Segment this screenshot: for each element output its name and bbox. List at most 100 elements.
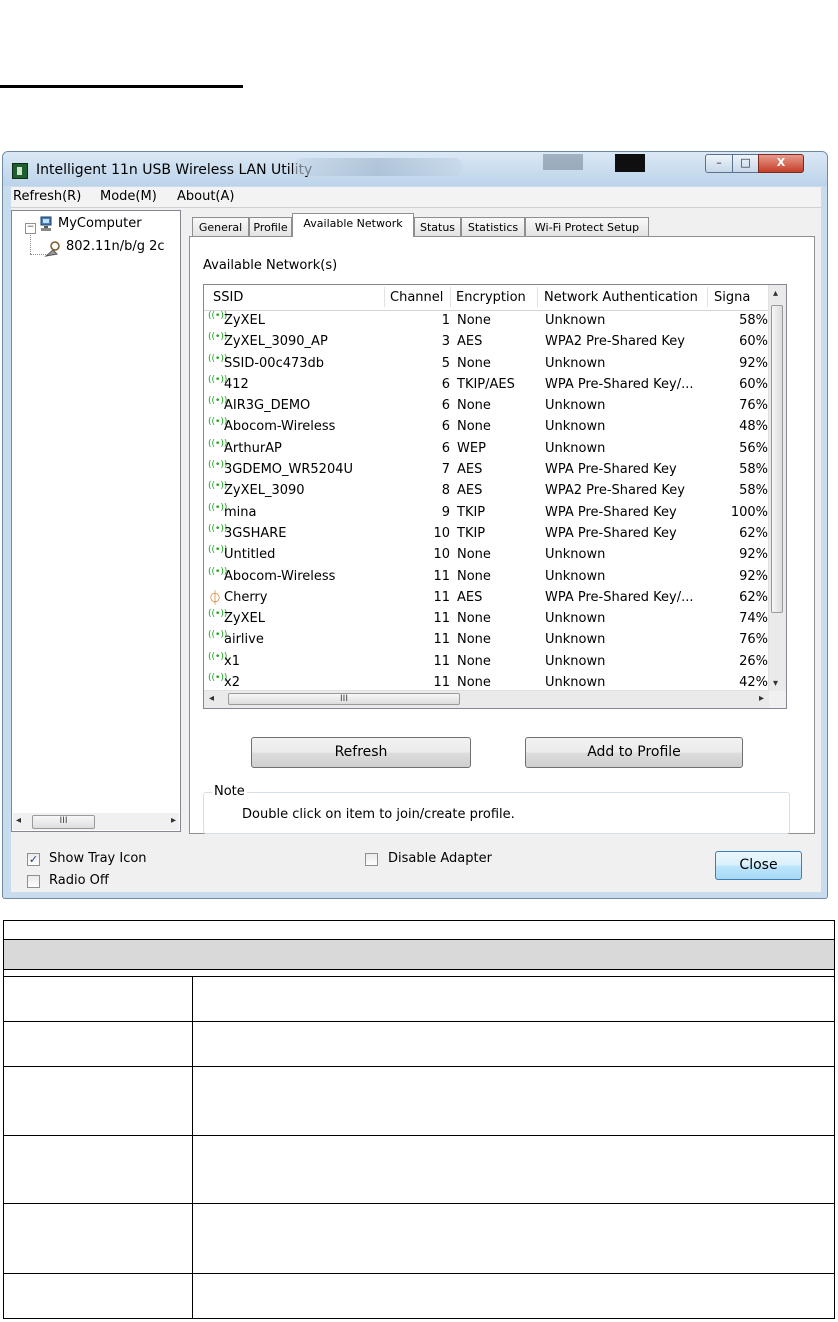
network-channel: 11	[433, 632, 450, 648]
network-ssid: 3GSHARE	[224, 525, 287, 541]
network-rows: ((•)) ZyXEL 1 None Unknown 58% ((•)) ZyXEL_3090…	[204, 311, 769, 694]
network-signal: 60%	[739, 334, 768, 350]
tree-root-label[interactable]: MyComputer	[58, 216, 142, 231]
column-divider[interactable]	[537, 287, 538, 307]
table-header	[3, 920, 835, 977]
scroll-right-icon[interactable]: ▸	[759, 693, 764, 704]
device-tree: − MyComputer 802.11n/b/g 2c ◂ III ▸	[11, 210, 181, 832]
close-window-button[interactable]: X	[758, 154, 804, 173]
scroll-down-icon[interactable]: ▾	[773, 678, 778, 689]
network-authentication: Unknown	[545, 355, 606, 371]
network-row[interactable]: ((•)) SSID-00c473db 5 None Unknown 92%	[204, 354, 769, 375]
network-row[interactable]: ((•)) Untitled 10 None Unknown 92%	[204, 545, 769, 566]
network-list[interactable]: SSID Channel Encryption Network Authenti…	[203, 284, 787, 709]
column-ssid[interactable]: SSID	[213, 290, 243, 305]
column-signal[interactable]: Signa	[714, 290, 750, 305]
column-channel[interactable]: Channel	[390, 290, 443, 305]
tab-wifi-protect-setup[interactable]: Wi-Fi Protect Setup	[525, 217, 649, 236]
network-authentication: Unknown	[545, 398, 606, 414]
network-row[interactable]: ((•)) mina 9 TKIP WPA Pre-Shared Key 100%	[204, 503, 769, 524]
tab-profile[interactable]: Profile	[249, 217, 292, 236]
network-authentication: WPA Pre-Shared Key	[545, 462, 677, 478]
scroll-right-icon[interactable]: ▸	[171, 815, 176, 826]
network-row[interactable]: ((•)) Abocom-Wireless 11 None Unknown 92%	[204, 567, 769, 588]
column-authentication[interactable]: Network Authentication	[544, 290, 698, 305]
network-signal: 76%	[739, 632, 768, 648]
network-ssid: Untitled	[224, 547, 276, 563]
network-row[interactable]: ((•)) airlive 11 None Unknown 76%	[204, 630, 769, 651]
close-button[interactable]: Close	[715, 851, 802, 880]
network-authentication: Unknown	[545, 547, 606, 563]
column-divider[interactable]	[450, 287, 451, 307]
list-header: SSID Channel Encryption Network Authenti…	[204, 285, 769, 311]
tree-horizontal-scrollbar[interactable]: ◂ III ▸	[13, 813, 179, 830]
network-row[interactable]: ((•)) ZyXEL_3090 8 AES WPA2 Pre-Shared Key 58…	[204, 481, 769, 502]
show-tray-checkbox[interactable]: ✓	[27, 853, 40, 866]
network-encryption: None	[457, 398, 491, 414]
column-divider[interactable]	[707, 287, 708, 307]
radio-off-label[interactable]: Radio Off	[49, 873, 109, 888]
list-horizontal-scrollbar[interactable]: ◂ III ▸	[204, 690, 769, 708]
network-row[interactable]: ((•)) ZyXEL 11 None Unknown 74%	[204, 609, 769, 630]
network-row[interactable]: ((•)) ZyXEL 1 None Unknown 58%	[204, 311, 769, 332]
network-authentication: WPA Pre-Shared Key/...	[545, 589, 694, 605]
table-cell	[192, 1273, 835, 1319]
table-cell	[3, 976, 193, 1022]
menu-mode[interactable]: Mode(M)	[100, 189, 157, 204]
disable-adapter-label[interactable]: Disable Adapter	[388, 851, 492, 866]
list-vertical-scrollbar[interactable]: ▴ ▾	[768, 285, 786, 691]
note-group: Note Double click on item to join/create…	[203, 784, 790, 834]
network-channel: 3	[441, 334, 450, 350]
network-channel: 11	[433, 568, 450, 584]
network-signal: 92%	[739, 355, 768, 371]
window-title: Intelligent 11n USB Wireless LAN Utility	[36, 162, 313, 178]
network-row[interactable]: ((•)) Abocom-Wireless 6 None Unknown 48%	[204, 417, 769, 438]
scroll-left-icon[interactable]: ◂	[16, 815, 21, 826]
network-encryption: None	[457, 611, 491, 627]
network-signal: 58%	[739, 462, 768, 478]
table-cell	[3, 1273, 193, 1319]
network-authentication: Unknown	[545, 611, 606, 627]
maximize-button[interactable]: □	[732, 154, 759, 173]
network-channel: 6	[441, 440, 450, 456]
scroll-up-icon[interactable]: ▴	[773, 288, 778, 299]
menu-refresh[interactable]: Refresh(R)	[13, 189, 81, 204]
network-ssid: SSID-00c473db	[224, 355, 325, 371]
scroll-thumb[interactable]: III	[32, 815, 95, 829]
refresh-button[interactable]: Refresh	[251, 737, 471, 768]
tab-status[interactable]: Status	[414, 217, 461, 236]
network-row[interactable]: ((•)) ZyXEL_3090_AP 3 AES WPA2 Pre-Shared Ke…	[204, 332, 769, 353]
tab-general[interactable]: General	[192, 217, 249, 236]
tab-statistics[interactable]: Statistics	[461, 217, 525, 236]
column-encryption[interactable]: Encryption	[456, 290, 526, 305]
tab-available-network[interactable]: Available Network	[292, 213, 414, 237]
network-row[interactable]: ((•)) 3GSHARE 10 TKIP WPA Pre-Shared Key 62%	[204, 524, 769, 545]
network-row[interactable]: ((•)) AIR3G_DEMO 6 None Unknown 76%	[204, 396, 769, 417]
scroll-thumb[interactable]: III	[228, 693, 460, 705]
network-encryption: TKIP/AES	[457, 376, 515, 392]
menu-about[interactable]: About(A)	[177, 189, 234, 204]
network-channel: 6	[441, 376, 450, 392]
network-ssid: mina	[224, 504, 257, 520]
network-row[interactable]: ((•)) x1 11 None Unknown 26%	[204, 652, 769, 673]
scroll-thumb[interactable]	[771, 305, 783, 613]
network-authentication: WPA Pre-Shared Key	[545, 504, 677, 520]
show-tray-label[interactable]: Show Tray Icon	[49, 851, 147, 866]
table-cell	[3, 1135, 193, 1204]
tree-adapter-label[interactable]: 802.11n/b/g 2c	[66, 239, 165, 254]
client-area: − MyComputer 802.11n/b/g 2c ◂ III ▸ Gene…	[11, 208, 821, 892]
network-row[interactable]: ⏀ Cherry 11 AES WPA Pre-Shared Key/... 62%	[204, 588, 769, 609]
network-row[interactable]: ((•)) ArthurAP 6 WEP Unknown 56%	[204, 439, 769, 460]
network-row[interactable]: ((•)) 3GDEMO_WR5204U 7 AES WPA Pre-Shared Ke…	[204, 460, 769, 481]
title-bar[interactable]: Intelligent 11n USB Wireless LAN Utility…	[3, 152, 827, 186]
minimize-button[interactable]: –	[705, 154, 733, 173]
network-authentication: Unknown	[545, 675, 606, 691]
network-signal: 26%	[739, 653, 768, 669]
scroll-left-icon[interactable]: ◂	[209, 693, 214, 704]
disable-adapter-checkbox[interactable]	[365, 853, 378, 866]
column-divider[interactable]	[384, 287, 385, 307]
table-cell	[192, 1066, 835, 1136]
add-to-profile-button[interactable]: Add to Profile	[525, 737, 743, 768]
radio-off-checkbox[interactable]	[27, 875, 40, 888]
network-row[interactable]: ((•)) 412 6 TKIP/AES WPA Pre-Shared Key/... 6…	[204, 375, 769, 396]
